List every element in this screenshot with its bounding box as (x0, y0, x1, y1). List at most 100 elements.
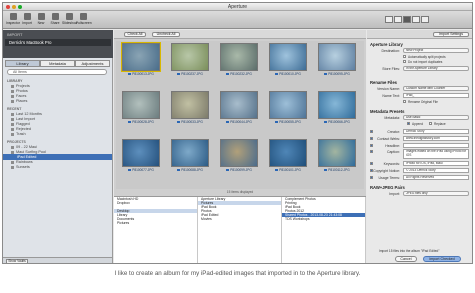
metadata-field-label: Headline: (385, 144, 400, 148)
name-text-input[interactable]: iPad_ (403, 93, 469, 98)
import-device[interactable]: Derrick's MacBook Pro (5, 39, 111, 46)
metadata-select[interactable]: Use Basic (403, 115, 469, 120)
toolbar: Inspector Import New Share Slideshow Fullscre… (3, 11, 472, 29)
checkbox-icon[interactable] (128, 120, 132, 123)
checkbox-icon[interactable] (324, 120, 328, 123)
sidebar-item[interactable]: Projects (11, 84, 30, 88)
checkbox-icon[interactable] (324, 168, 328, 171)
tab-metadata[interactable]: Metadata (40, 60, 75, 67)
import-source-panel: IMPORT Derrick's MacBook Pro (3, 30, 113, 58)
metadata-field-input[interactable]: All Rights Reserved (403, 175, 469, 180)
photo-thumbnail[interactable]: P8100033.JPG (169, 91, 211, 125)
metadata-field-input[interactable] (403, 143, 469, 148)
sidebar-item-label: Places (16, 99, 28, 103)
toolbar-share-button[interactable]: Share (48, 13, 62, 28)
checkbox-icon[interactable] (324, 72, 328, 75)
photo-thumbnail[interactable]: P8100028.JPG (120, 91, 162, 125)
photo-thumbnail[interactable]: P8100232.JPG (218, 43, 260, 77)
checkbox-icon[interactable] (226, 168, 230, 171)
import-checked-button[interactable]: Import Checked (423, 256, 461, 262)
file-browser: Macintosh HD Dropbox Desktop Library Documen… (114, 196, 366, 263)
folder-icon (11, 89, 14, 93)
toolbar-import-button[interactable]: Import (20, 13, 34, 28)
map-view-button[interactable] (412, 16, 420, 23)
store-files-select[interactable]: In the Aperture Library (403, 66, 469, 71)
metadata-field-input[interactable]: Images edited on the iPad using iPhoto f… (403, 149, 469, 159)
checkbox-icon[interactable] (128, 168, 132, 171)
viewer-view-button[interactable] (403, 16, 411, 23)
metadata-field-input[interactable]: Derrick Story (403, 129, 469, 134)
photo-thumbnail[interactable]: P8100055.JPG (267, 91, 309, 125)
photo-image (318, 43, 356, 71)
checkbox-icon[interactable] (177, 72, 181, 75)
browser-view-button[interactable] (385, 16, 393, 23)
tab-library[interactable]: Library (5, 60, 40, 67)
browser-item[interactable]: TDS Workshops (282, 217, 365, 221)
checkbox-icon[interactable] (275, 120, 279, 123)
photo-thumbnail[interactable]: P8100088.JPG (169, 139, 211, 173)
photo-thumbnail[interactable]: P8100099.JPG (218, 139, 260, 173)
photo-thumbnail[interactable]: P8100010.JPG (267, 43, 309, 77)
checkbox-icon[interactable] (275, 168, 279, 171)
sidebar-item[interactable]: Last 12 Months (11, 112, 42, 116)
checkbox-icon[interactable] (275, 72, 279, 75)
raw-import-select[interactable]: JPEG files only (403, 191, 469, 196)
sidebar-item[interactable]: Faces (11, 94, 26, 98)
photo-thumbnail[interactable]: P8100112.JPG (316, 139, 358, 173)
photo-thumbnail[interactable]: P8100066.JPG (316, 91, 358, 125)
folder-icon (11, 94, 14, 98)
cancel-button[interactable]: Cancel (395, 256, 417, 262)
photo-thumbnail[interactable]: P8100013.JPG (120, 42, 162, 77)
metadata-field-input[interactable]: © 2013 Derrick Story (403, 168, 469, 173)
tab-adjustments[interactable]: Adjustments (75, 60, 110, 67)
rename-original-checkbox[interactable] (403, 100, 406, 103)
destination-select[interactable]: New Project (403, 48, 469, 53)
figure-caption: I like to create an album for my iPad-ed… (114, 270, 361, 277)
sidebar-item[interactable]: Flagged (11, 122, 30, 126)
library-search-input[interactable]: All Items (7, 69, 107, 75)
sidebar-item[interactable]: Rejected (11, 127, 31, 131)
checkbox-icon[interactable] (177, 120, 181, 123)
version-name-select[interactable]: Custom Name with Counter (403, 86, 469, 91)
sidebar-item-label: Last Import (16, 117, 35, 121)
folder-icon (11, 165, 14, 169)
sidebar-item[interactable]: 09 - 22 Maui (11, 145, 37, 149)
checkbox-icon[interactable] (226, 120, 230, 123)
show-vaults-button[interactable]: Show Vaults (6, 259, 28, 263)
import-top-bar: Check All Uncheck All (114, 30, 366, 39)
checkbox-icon[interactable] (177, 168, 181, 171)
duplicates-checkbox[interactable] (403, 60, 406, 63)
toolbar-new-button[interactable]: New (34, 13, 48, 28)
browser-item[interactable]: Pictures (114, 221, 197, 225)
split-view-button[interactable] (394, 16, 402, 23)
uncheck-all-button[interactable]: Uncheck All (152, 32, 180, 37)
sidebar-item[interactable]: Rainbows (11, 160, 33, 164)
sidebar-item-label: Rainbows (16, 160, 33, 164)
sidebar-item[interactable]: Photos (11, 89, 28, 93)
photo-filename: P8100095.JPG (328, 72, 350, 76)
sidebar-item[interactable]: Trash (11, 132, 26, 136)
photo-thumbnail[interactable]: P8100101.JPG (267, 139, 309, 173)
sidebar-item[interactable]: Sunsets (11, 165, 30, 169)
replace-radio[interactable] (429, 122, 432, 125)
browser-item[interactable]: Movies (198, 217, 281, 221)
metadata-field-input[interactable]: iPhoto for iOS, iPad, Maui (403, 161, 469, 166)
checkbox-icon[interactable] (128, 72, 132, 75)
photo-image (220, 43, 258, 71)
toolbar-slideshow-button[interactable]: Slideshow (62, 13, 77, 28)
faces-view-button[interactable] (421, 16, 429, 23)
photo-thumbnail[interactable]: P8100095.JPG (316, 43, 358, 77)
split-projects-checkbox[interactable] (403, 55, 406, 58)
photo-thumbnail[interactable]: P8100044.JPG (218, 91, 260, 125)
check-all-button[interactable]: Check All (124, 32, 146, 37)
photo-thumbnail[interactable]: P8100077.JPG (120, 139, 162, 173)
import-settings-menu[interactable]: Import Settings (433, 32, 469, 37)
append-radio[interactable] (407, 122, 410, 125)
checkbox-icon[interactable] (226, 72, 230, 75)
metadata-field-input[interactable]: www.thedigitalstory.com (403, 136, 469, 141)
sidebar-item[interactable]: Places (11, 99, 27, 103)
toolbar-fullscreen-button[interactable]: Fullscreen (76, 13, 92, 28)
toolbar-inspector-button[interactable]: Inspector (6, 13, 20, 28)
sidebar-item[interactable]: Last Import (11, 117, 35, 121)
photo-thumbnail[interactable]: P8100237.JPG (169, 43, 211, 77)
